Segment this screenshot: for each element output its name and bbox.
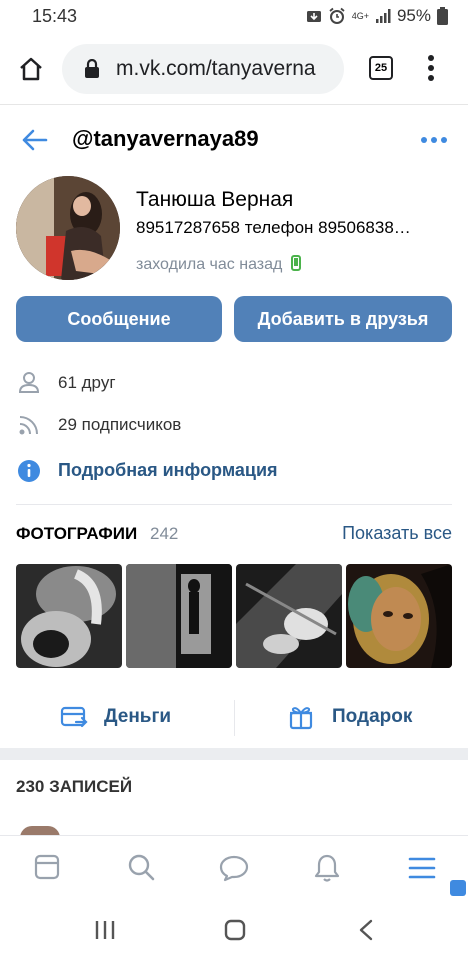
message-button[interactable]: Сообщение: [16, 296, 222, 342]
detailed-info-link[interactable]: Подробная информация: [58, 460, 278, 481]
photo-thumbnail[interactable]: [16, 564, 122, 668]
news-feed-icon[interactable]: [34, 854, 60, 880]
avatar-photo: [16, 176, 120, 280]
user-icon: [18, 372, 40, 393]
photo-2: [126, 564, 232, 668]
battery-icon: [437, 7, 448, 25]
tab-switcher-button[interactable]: 25: [369, 56, 393, 80]
lock-icon: [85, 59, 99, 78]
profile-status: 89517287658 телефон 89506838…: [136, 218, 411, 237]
page-title: @tanyavernaya89: [72, 126, 259, 151]
money-button[interactable]: Деньги: [104, 706, 171, 728]
profile-name: Танюша Верная: [136, 188, 294, 211]
status-bar: 15:43 4G+ 95%: [0, 0, 468, 34]
network-type: 4G+: [351, 10, 369, 21]
photo-thumbnail[interactable]: [126, 564, 232, 668]
more-horizontal-icon[interactable]: [420, 136, 448, 144]
gift-icon: [289, 707, 313, 730]
back-arrow-icon[interactable]: [20, 128, 48, 152]
alarm-icon: [329, 7, 345, 24]
add-friend-button[interactable]: Добавить в друзья: [234, 296, 452, 342]
notification-icon: [306, 11, 321, 22]
menu-icon[interactable]: [408, 856, 436, 880]
divider: [16, 504, 452, 505]
more-vert-icon[interactable]: [426, 54, 436, 82]
recent-apps-icon[interactable]: [94, 920, 116, 940]
notifications-bell-icon[interactable]: [314, 853, 340, 883]
url-text[interactable]: m.vk.com/tanyaverna: [116, 57, 316, 81]
photo-4: [346, 564, 452, 668]
signal-icon: [375, 9, 391, 23]
add-friend-button-label: Добавить в друзья: [257, 309, 429, 329]
photos-title: ФОТОГРАФИИ: [16, 524, 138, 543]
photo-3: [236, 564, 342, 668]
system-navigation-bar: [0, 898, 468, 960]
floating-badge-icon[interactable]: [450, 880, 466, 896]
posts-title: 230 ЗАПИСЕЙ: [16, 777, 133, 796]
rss-icon: [19, 416, 38, 435]
address-bar[interactable]: m.vk.com/tanyaverna: [62, 44, 344, 94]
status-icons: 4G+ 95%: [306, 6, 448, 26]
back-nav-icon[interactable]: [358, 919, 374, 941]
action-divider: [234, 700, 235, 736]
money-transfer-icon: [60, 706, 88, 728]
battery-percent: 95%: [396, 6, 431, 25]
photo-thumbnail[interactable]: [346, 564, 452, 668]
photo-1: [16, 564, 122, 668]
avatar[interactable]: [16, 176, 120, 280]
home-icon[interactable]: [18, 56, 44, 82]
status-time: 15:43: [32, 6, 78, 26]
last-seen: заходила час назад: [136, 255, 301, 274]
message-button-label: Сообщение: [67, 309, 171, 329]
gift-button[interactable]: Подарок: [332, 706, 412, 728]
info-icon: [18, 460, 40, 482]
friends-count[interactable]: 61 друг: [58, 373, 116, 393]
photo-thumbnail[interactable]: [236, 564, 342, 668]
browser-toolbar: m.vk.com/tanyaverna 25: [0, 34, 468, 105]
photos-count: 242: [150, 524, 179, 543]
messages-icon[interactable]: [219, 854, 249, 882]
search-icon[interactable]: [127, 853, 155, 881]
show-all-photos-link[interactable]: Показать все: [342, 523, 452, 544]
followers-count[interactable]: 29 подписчиков: [58, 415, 181, 435]
last-seen-text: заходила час назад: [136, 256, 283, 273]
app-tab-bar: [0, 835, 468, 898]
home-button-icon[interactable]: [224, 919, 246, 941]
mobile-online-icon: [290, 255, 301, 271]
section-separator: [0, 748, 468, 760]
